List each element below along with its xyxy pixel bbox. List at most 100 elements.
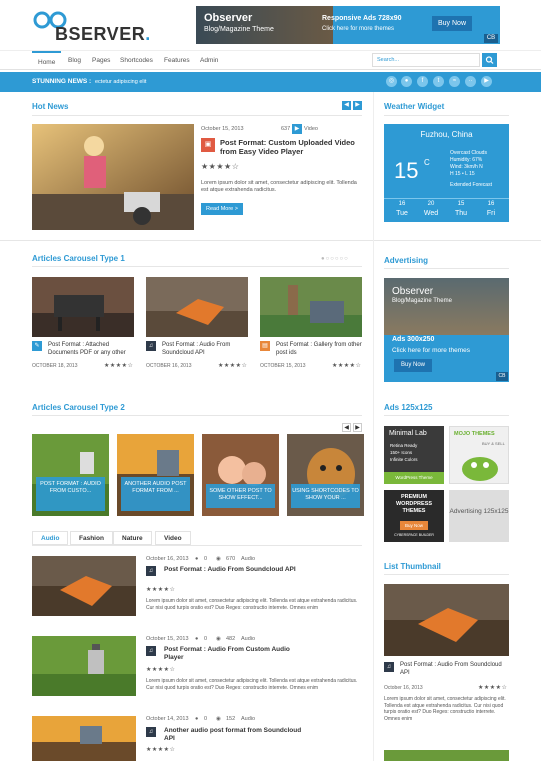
ad-buy-button[interactable]: Buy Now: [394, 359, 432, 372]
site-logo-text[interactable]: BSERVER.: [55, 24, 151, 45]
nav-item-pages[interactable]: Pages: [92, 57, 110, 64]
audio-icon: ♫: [146, 727, 156, 737]
nav-item-features[interactable]: Features: [164, 57, 190, 64]
ad-minimal-lab[interactable]: Minimal Lab Retina Ready 150+ Icons Infini…: [384, 426, 444, 484]
hot-news-next-button[interactable]: ▶: [353, 101, 362, 110]
list-item-title-3[interactable]: Another audio post format from Soundclou…: [164, 727, 304, 743]
dribbble-icon[interactable]: ◎: [386, 76, 397, 87]
ad-mojo-tagline: BUY & SELL: [482, 441, 505, 446]
ad-buy-button[interactable]: Buy Now: [432, 16, 472, 31]
weather-extended-link[interactable]: Extended Forecast: [450, 182, 492, 189]
carousel-1-image-1[interactable]: [32, 277, 134, 337]
comment-icon: ●: [195, 716, 199, 722]
ad-premium-buy-button[interactable]: Buy Now: [400, 521, 428, 530]
forecast-temp: 15: [457, 201, 465, 207]
list-item-image-1[interactable]: [32, 556, 136, 616]
nav-item-admin[interactable]: Admin: [200, 57, 218, 64]
hot-news-date: October 15, 2013: [201, 126, 244, 132]
hot-news-heading: Hot News: [32, 102, 69, 111]
nav-item-blog[interactable]: Blog: [68, 57, 81, 64]
divider: [384, 115, 509, 116]
list-item-category-1[interactable]: Audio: [241, 556, 255, 562]
weather-city: Fuzhou, China: [420, 130, 473, 139]
hot-news-title[interactable]: Post Format: Custom Uploaded Video from …: [220, 138, 365, 156]
carousel-2-caption-4[interactable]: USING SHORTCODES TO SHOW YOUR ...: [291, 484, 360, 508]
facebook-icon[interactable]: f: [417, 76, 428, 87]
forecast-day: Wed: [423, 210, 439, 217]
tab-video[interactable]: Video: [155, 531, 191, 545]
list-thumbnail-image-2[interactable]: [384, 750, 509, 761]
list-item-category-3[interactable]: Audio: [241, 716, 255, 722]
ad-placeholder-125[interactable]: Advertising 125x125: [449, 490, 509, 542]
carousel-1-title-3[interactable]: Post Format : Gallery from other post id…: [276, 341, 362, 357]
advertising-300x250-ad[interactable]: Observer Blog/Magazine Theme Ads 300x250…: [384, 278, 509, 382]
search-button[interactable]: [482, 53, 497, 67]
forecast-temp: 16: [487, 201, 495, 207]
list-thumbnail-image[interactable]: [384, 584, 509, 656]
carousel-1-rating-2: ★★★★☆: [218, 363, 248, 369]
read-more-button[interactable]: Read More >: [201, 203, 243, 215]
carousel-1-image-2[interactable]: [146, 277, 248, 337]
carousel-1-date-1: OCTOBER 18, 2013: [32, 363, 78, 369]
list-item-image-3[interactable]: [32, 716, 136, 761]
divider: [32, 266, 362, 267]
list-item-title-1[interactable]: Post Format : Audio From Soundcloud API: [164, 566, 304, 574]
carousel-2-caption-3[interactable]: SOME OTHER POST TO SHOW EFFECT...: [206, 484, 275, 508]
carousel-2-caption-2[interactable]: ANOTHER AUDIO POST FORMAT FROM ...: [121, 477, 190, 511]
weather-widget: Fuzhou, China 15 C Overcast Clouds Humid…: [384, 124, 509, 222]
carousel-2-next-button[interactable]: ▶: [353, 423, 362, 432]
divider: [32, 415, 362, 416]
header-banner-ad[interactable]: Observer Blog/Magazine Theme Responsive …: [196, 6, 500, 44]
hot-news-prev-button[interactable]: ◀: [342, 101, 351, 110]
weather-widget-heading: Weather Widget: [384, 102, 445, 111]
twitter-icon[interactable]: t: [433, 76, 444, 87]
carousel-1-title-2[interactable]: Post Format : Audio From Soundcloud API: [162, 341, 248, 357]
carousel-1-title-1[interactable]: Post Format : Attached Documents PDF or …: [48, 341, 134, 357]
list-item-title-2[interactable]: Post Format : Audio From Custom Audio Pl…: [164, 646, 304, 662]
ad-mojo-themes[interactable]: MOJO THEMES BUY & SELL: [449, 426, 509, 484]
hot-news-excerpt: Lorem ipsum dolor sit amet, consectetur …: [201, 180, 357, 193]
hot-news-image[interactable]: [32, 124, 194, 230]
forecast-day-4: 16 Fri: [481, 200, 501, 218]
ads-125-heading: Ads 125x125: [384, 403, 433, 412]
tab-audio[interactable]: Audio: [32, 531, 69, 545]
audio-icon: ♫: [384, 662, 394, 672]
list-thumbnail-heading: List Thumbnail: [384, 562, 441, 571]
nav-item-shortcodes[interactable]: Shortcodes: [120, 57, 153, 64]
ad-size-label: Ads 300x250: [392, 336, 435, 343]
youtube-icon[interactable]: ▶: [481, 76, 492, 87]
carousel-1-rating-1: ★★★★☆: [104, 363, 134, 369]
ad-premium-wordpress[interactable]: PREMIUM WORDPRESS THEMES Buy Now CYBERSP…: [384, 490, 444, 542]
eye-icon: ◉: [216, 716, 221, 722]
weather-humidity: Humidity: 67%: [450, 157, 483, 163]
tab-nature[interactable]: Nature: [113, 531, 152, 545]
list-item-views-2: 482: [226, 636, 236, 642]
list-thumbnail-date: October 16, 2013: [384, 685, 423, 691]
forecast-day: Fri: [486, 210, 496, 217]
search-input[interactable]: Search...: [372, 53, 480, 67]
carousel-1-dots[interactable]: ●○○○○○: [321, 256, 349, 262]
list-item-category-2[interactable]: Audio: [241, 636, 255, 642]
video-icon: ▶: [292, 124, 302, 134]
eye-icon: ◉: [216, 636, 221, 642]
search-icon: [485, 56, 494, 64]
carousel-2-caption-1[interactable]: POST FORMAT : AUDIO FROM CUSTO...: [36, 477, 105, 511]
list-item-views-1: 670: [226, 556, 236, 562]
carousel-1-image-3[interactable]: [260, 277, 362, 337]
flickr-dots-icon[interactable]: ∙∙: [465, 76, 476, 87]
ticker-text[interactable]: ectetur adipiscing elit: [95, 79, 146, 85]
carousel-1-heading: Articles Carousel Type 1: [32, 254, 125, 263]
nav-item-home[interactable]: Home: [32, 51, 62, 66]
rss-icon[interactable]: ≈: [449, 76, 460, 87]
flickr-icon[interactable]: ●: [401, 76, 412, 87]
list-item-image-2[interactable]: [32, 636, 136, 696]
divider: [32, 115, 362, 116]
ad-cb-badge: CB: [496, 372, 508, 381]
list-thumbnail-title[interactable]: Post Format : Audio From Soundcloud API: [400, 661, 505, 677]
carousel-2-prev-button[interactable]: ◀: [342, 423, 351, 432]
tab-fashion[interactable]: Fashion: [70, 531, 113, 545]
section-divider: [0, 240, 541, 241]
hot-news-format[interactable]: Video: [304, 126, 318, 132]
ad-cta-text: Click here for more themes: [392, 347, 471, 354]
forecast-day: Tue: [396, 210, 408, 217]
